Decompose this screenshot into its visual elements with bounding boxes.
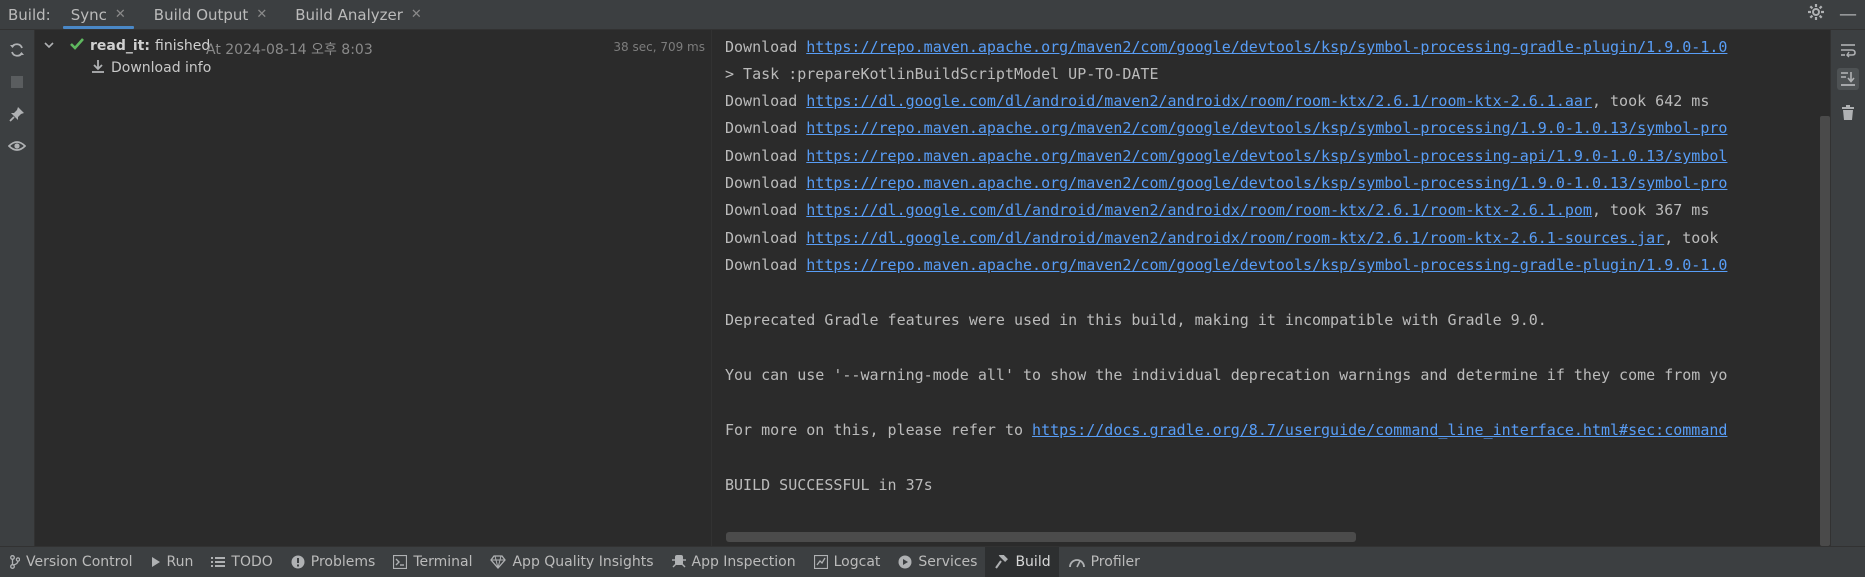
toolwindow-app-quality-insights[interactable]: App Quality Insights (480, 547, 661, 577)
console-link[interactable]: https://repo.maven.apache.org/maven2/com… (806, 119, 1727, 137)
inspect-icon (671, 555, 686, 569)
toolwindow-version-control[interactable]: Version Control (0, 547, 141, 577)
sync-icon[interactable] (7, 40, 27, 60)
tab-build-analyzer-label: Build Analyzer (295, 5, 403, 24)
check-icon (69, 37, 85, 55)
terminal-icon (393, 555, 408, 569)
tab-sync-label: Sync (70, 5, 107, 24)
toolwindow-app-inspection[interactable]: App Inspection (662, 547, 804, 577)
console-link[interactable]: https://dl.google.com/dl/android/maven2/… (806, 229, 1664, 247)
console-link[interactable]: https://dl.google.com/dl/android/maven2/… (806, 92, 1592, 110)
sync-status: finished (155, 38, 211, 54)
eye-icon[interactable] (7, 136, 27, 156)
bottom-tool-window-bar: Version Control Run TODO Problems Termin… (0, 546, 1865, 577)
build-label: Build: (8, 5, 51, 24)
vertical-scrollbar[interactable] (1820, 30, 1830, 546)
console-line: Download https://repo.maven.apache.org/m… (725, 147, 1728, 165)
gauge-icon (1068, 556, 1085, 568)
soft-wrap-icon[interactable] (1837, 39, 1859, 61)
hammer-icon (995, 555, 1009, 569)
project-name: read_it: (90, 38, 150, 54)
stop-icon[interactable] (7, 72, 27, 92)
branch-icon (10, 555, 20, 569)
console-line: Download https://repo.maven.apache.org/m… (725, 38, 1728, 56)
toolwindow-terminal[interactable]: Terminal (383, 547, 480, 577)
minimize-icon[interactable]: — (1839, 4, 1857, 25)
console-line: Deprecated Gradle features were used in … (725, 311, 1547, 329)
diamond-icon (490, 555, 507, 569)
sync-timestamp: At 2024-08-14 오후 8:03 (206, 42, 373, 58)
console-line: Download https://dl.google.com/dl/androi… (725, 92, 1710, 110)
scrollbar-thumb[interactable] (1820, 116, 1830, 546)
toolwindow-profiler[interactable]: Profiler (1059, 547, 1148, 577)
download-icon (91, 59, 105, 77)
logcat-icon (813, 555, 828, 569)
left-toolbar (0, 30, 35, 546)
console-link[interactable]: https://repo.maven.apache.org/maven2/com… (806, 256, 1727, 274)
trash-icon[interactable] (1837, 102, 1859, 124)
play-icon (151, 556, 161, 568)
close-icon[interactable]: ✕ (411, 7, 422, 22)
tab-build-output-label: Build Output (153, 5, 249, 24)
tree-item-download-info[interactable]: Download info (91, 59, 211, 77)
pin-icon[interactable] (7, 104, 27, 124)
console-line: Download https://repo.maven.apache.org/m… (725, 174, 1728, 192)
console-link[interactable]: https://dl.google.com/dl/android/maven2/… (806, 201, 1592, 219)
list-icon (211, 556, 226, 568)
console-line: Download https://repo.maven.apache.org/m… (725, 119, 1728, 137)
chevron-down-icon[interactable] (43, 37, 55, 55)
toolwindow-run[interactable]: Run (141, 547, 202, 577)
console-line: > Task :prepareKotlinBuildScriptModel UP… (725, 65, 1159, 83)
console-line: BUILD SUCCESSFUL in 37s (725, 476, 933, 494)
scroll-to-end-icon[interactable] (1837, 68, 1859, 90)
toolwindow-services[interactable]: Services (888, 547, 985, 577)
console-link[interactable]: https://repo.maven.apache.org/maven2/com… (806, 147, 1727, 165)
toolwindow-logcat[interactable]: Logcat (804, 547, 889, 577)
console-line: For more on this, please refer to https:… (725, 421, 1728, 439)
console-line: Download https://dl.google.com/dl/androi… (725, 229, 1719, 247)
info-icon (291, 555, 305, 569)
tab-build-analyzer[interactable]: Build Analyzer ✕ (281, 0, 436, 29)
right-toolbar (1830, 30, 1865, 546)
toolwindow-build[interactable]: Build (985, 547, 1059, 577)
services-icon (898, 555, 912, 569)
close-icon[interactable]: ✕ (115, 7, 126, 22)
toolwindow-problems[interactable]: Problems (281, 547, 384, 577)
build-console-output[interactable]: Download https://repo.maven.apache.org/m… (712, 30, 1820, 546)
console-line: You can use '--warning-mode all' to show… (725, 366, 1728, 384)
gear-icon[interactable] (1807, 3, 1825, 26)
tab-sync[interactable]: Sync ✕ (57, 0, 140, 29)
console-link[interactable]: https://docs.gradle.org/8.7/userguide/co… (1032, 421, 1727, 439)
console-line: Download https://dl.google.com/dl/androi… (725, 201, 1710, 219)
console-line: Download https://repo.maven.apache.org/m… (725, 256, 1728, 274)
build-tool-window-header: Build: Sync ✕ Build Output ✕ Build Analy… (0, 0, 1865, 30)
sync-tree-panel: read_it: finished At 2024-08-14 오후 8:03 … (35, 30, 712, 546)
console-link[interactable]: https://repo.maven.apache.org/maven2/com… (806, 38, 1727, 56)
console-link[interactable]: https://repo.maven.apache.org/maven2/com… (806, 174, 1727, 192)
tab-build-output[interactable]: Build Output ✕ (140, 0, 281, 29)
close-icon[interactable]: ✕ (256, 7, 267, 22)
tree-item-label: Download info (111, 60, 212, 76)
tree-root-row[interactable]: read_it: finished At 2024-08-14 오후 8:03 … (35, 34, 711, 58)
horizontal-scrollbar[interactable] (726, 532, 1356, 542)
toolwindow-todo[interactable]: TODO (201, 547, 280, 577)
sync-duration: 38 sec, 709 ms (613, 40, 705, 54)
